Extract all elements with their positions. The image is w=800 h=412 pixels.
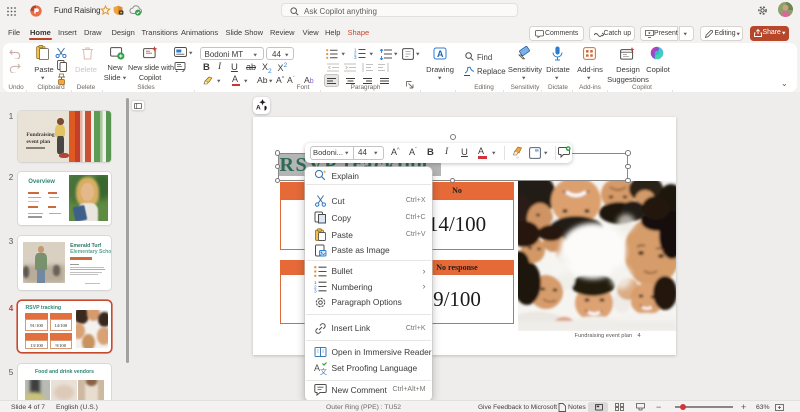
svg-text:3: 3 (314, 289, 317, 293)
svg-text:3: 3 (354, 55, 357, 59)
svg-text:A: A (256, 105, 261, 112)
svg-text:A: A (437, 49, 444, 59)
svg-text:文: 文 (320, 367, 327, 375)
